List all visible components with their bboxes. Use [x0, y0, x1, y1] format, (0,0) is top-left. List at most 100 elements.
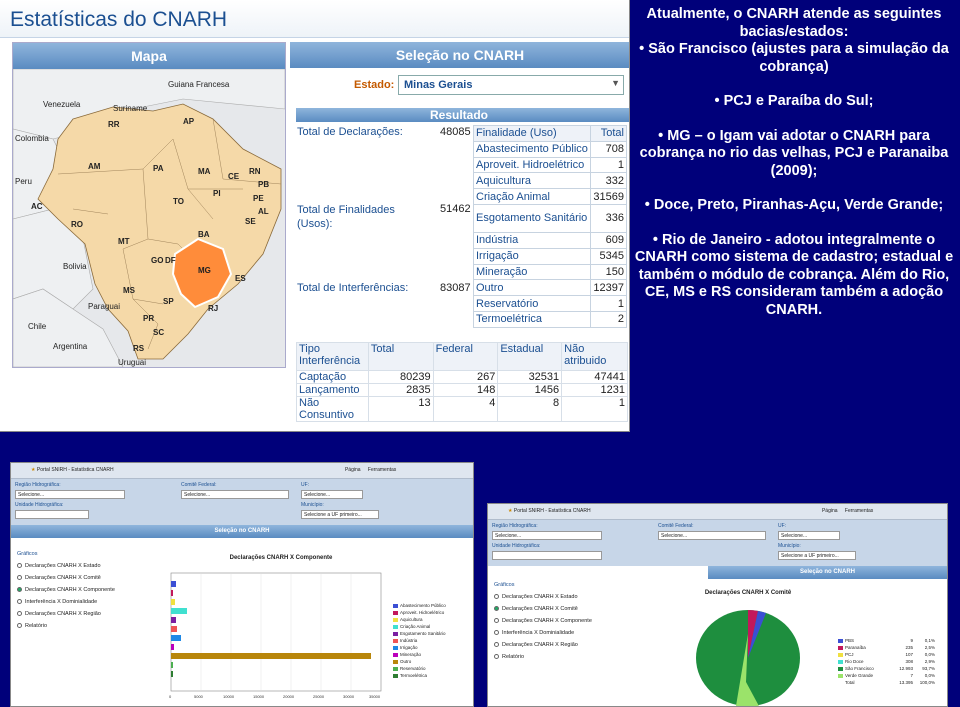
- label-colombia: Colombia: [15, 134, 49, 143]
- page-title: Estatísticas do CNARH: [10, 8, 228, 31]
- x-tick: 30000: [343, 694, 355, 699]
- filter-bar: Região Hidrográfica: Selecione... Unidad…: [488, 520, 947, 566]
- brazil-map[interactable]: Venezuela Colombia Guiana Francesa Surin…: [12, 68, 286, 368]
- comite-select[interactable]: Selecione...: [658, 531, 766, 540]
- label-pb: PB: [258, 180, 269, 189]
- bar-esgotamento: [171, 617, 176, 623]
- label-df: DF: [165, 256, 176, 265]
- radio-option[interactable]: Declarações CNARH X Região: [17, 611, 157, 623]
- table-row: Captação 80239 267 32531 47441: [296, 370, 628, 384]
- label-pr: PR: [143, 314, 154, 323]
- legend-label: Reservatório: [400, 666, 426, 671]
- legend-label: Outro: [400, 659, 412, 664]
- legend-value: 308: [905, 659, 913, 664]
- label-pe: PE: [253, 194, 264, 203]
- table-cell: 13: [367, 396, 434, 422]
- label-ms: MS: [123, 286, 136, 295]
- total-interferencias-label: Total de Interferências:: [297, 282, 409, 294]
- radio-option[interactable]: Relatório: [17, 623, 157, 635]
- unidade-select[interactable]: [492, 551, 602, 560]
- legend-item: Aquicultura: [393, 617, 446, 624]
- label-to: TO: [173, 197, 184, 206]
- legend-value: 7: [910, 673, 913, 678]
- radio-option[interactable]: Interferência X Dominialidade: [494, 630, 634, 642]
- federal-header: Federal: [432, 342, 499, 371]
- legend-label: Aproveit. Hidroelétrico: [400, 610, 445, 615]
- bar-aquicultura: [171, 599, 175, 605]
- screenshot-comite: ★ Portal SNIRH - Estatística CNARH Págin…: [487, 503, 948, 707]
- chart-title: Declarações CNARH X Comitê: [704, 590, 792, 596]
- regiao-select[interactable]: Selecione...: [492, 531, 602, 540]
- intro-text: Atualmente, o CNARH atende as seguintes …: [646, 6, 942, 40]
- table-cell: 2835: [367, 383, 434, 397]
- legend-percent: 0,0%: [924, 652, 935, 657]
- legend-item: Outro: [393, 659, 446, 666]
- menu-pagina[interactable]: Página: [822, 508, 838, 514]
- total-declaracoes-value: 48085: [440, 126, 471, 138]
- total-declaracoes-label: Total de Declarações:: [297, 126, 403, 138]
- estado-value: Minas Gerais: [404, 79, 473, 91]
- municipio-select[interactable]: Selecione a UF primeiro...: [778, 551, 856, 560]
- radio-option[interactable]: Interferência X Dominialidade: [17, 599, 157, 611]
- radio-option[interactable]: Declarações CNARH X Região: [494, 642, 634, 654]
- radio-option[interactable]: Declarações CNARH X Estado: [17, 563, 157, 575]
- estado-label: Estado:: [354, 79, 395, 91]
- radio-option[interactable]: Relatório: [494, 654, 634, 666]
- radio-icon: [494, 606, 499, 612]
- x-tick: 5000: [194, 694, 204, 699]
- radio-option[interactable]: Declarações CNARH X Componente: [494, 618, 634, 630]
- legend-label: Abastecimento Público: [400, 603, 446, 608]
- radio-option[interactable]: Declarações CNARH X Comitê: [494, 606, 634, 618]
- table-cell: Aproveit. Hidroelétrico: [472, 156, 592, 174]
- bar-reservatorio: [171, 662, 173, 668]
- radio-icon: [17, 599, 22, 605]
- finalidade-table: Finalidade (Uso) Total Abastecimento Púb…: [472, 125, 627, 328]
- table-cell: 1: [590, 295, 627, 312]
- municipio-label: Município:: [778, 543, 801, 549]
- browser-toolbar: ★ Portal SNIRH - Estatística CNARH Págin…: [11, 463, 473, 479]
- estado-select[interactable]: Minas Gerais ▼: [398, 75, 624, 95]
- radio-option[interactable]: Declarações CNARH X Comitê: [17, 575, 157, 587]
- bar-criacao-animal: [171, 608, 187, 614]
- menu-pagina[interactable]: Página: [345, 467, 361, 473]
- label-am: AM: [88, 162, 101, 171]
- radio-option[interactable]: Declarações CNARH X Componente: [17, 587, 157, 599]
- filter-bar: Região Hidrográfica: Selecione... Unidad…: [11, 479, 473, 525]
- pie-legend: PBS 9 0,1% Paranaíba 235 2,5% PCJ 107 0,0% Rio…: [838, 638, 946, 687]
- slide-text: Atualmente, o CNARH atende as seguintes …: [634, 6, 954, 319]
- label-uruguai: Uruguai: [118, 358, 146, 367]
- table-cell: 31569: [590, 188, 627, 205]
- legend-row: Verde Grande 7 0,0%: [838, 673, 946, 680]
- menu-ferramentas[interactable]: Ferramentas: [368, 467, 396, 473]
- legend-label: Irrigação: [400, 645, 418, 650]
- municipio-select[interactable]: Selecione a UF primeiro...: [301, 510, 379, 519]
- legend-item: Termoelétrica: [393, 673, 446, 680]
- bullet-rio-de-janeiro: • Rio de Janeiro - adotou integralmente …: [634, 231, 954, 318]
- table-cell: Indústria: [472, 231, 592, 249]
- table-cell: Lançamento: [296, 383, 369, 397]
- browser-tab[interactable]: Portal SNIRH - Estatística CNARH: [514, 508, 591, 514]
- radio-icon: [494, 654, 499, 660]
- table-cell: Aquicultura: [472, 172, 592, 190]
- legend-label: Criação Animal: [400, 624, 431, 629]
- radio-option[interactable]: Declarações CNARH X Estado: [494, 594, 634, 606]
- comite-select[interactable]: Selecione...: [181, 490, 289, 499]
- legend-percent: 2,5%: [924, 645, 935, 650]
- uf-select[interactable]: Selecione...: [778, 531, 840, 540]
- radio-icon: [17, 587, 22, 593]
- legend-row: Total 13.395 100,0%: [838, 680, 946, 687]
- uf-select[interactable]: Selecione...: [301, 490, 363, 499]
- radio-label: Relatório: [25, 623, 48, 629]
- map-panel: Mapa Venezuela Colombia Guiana Francesa …: [12, 42, 286, 368]
- unidade-select[interactable]: [15, 510, 89, 519]
- table-row: Indústria 609: [472, 231, 627, 249]
- browser-tab[interactable]: Portal SNIRH - Estatística CNARH: [37, 467, 114, 473]
- bar-abastecimento: [171, 581, 176, 587]
- menu-ferramentas[interactable]: Ferramentas: [845, 508, 873, 514]
- x-tick: 15000: [253, 694, 265, 699]
- regiao-select[interactable]: Selecione...: [15, 490, 125, 499]
- label-rn: RN: [249, 167, 261, 176]
- radio-icon: [17, 611, 22, 617]
- legend-label: Mineração: [400, 652, 422, 657]
- section-header: Seleção no CNARH: [11, 525, 473, 538]
